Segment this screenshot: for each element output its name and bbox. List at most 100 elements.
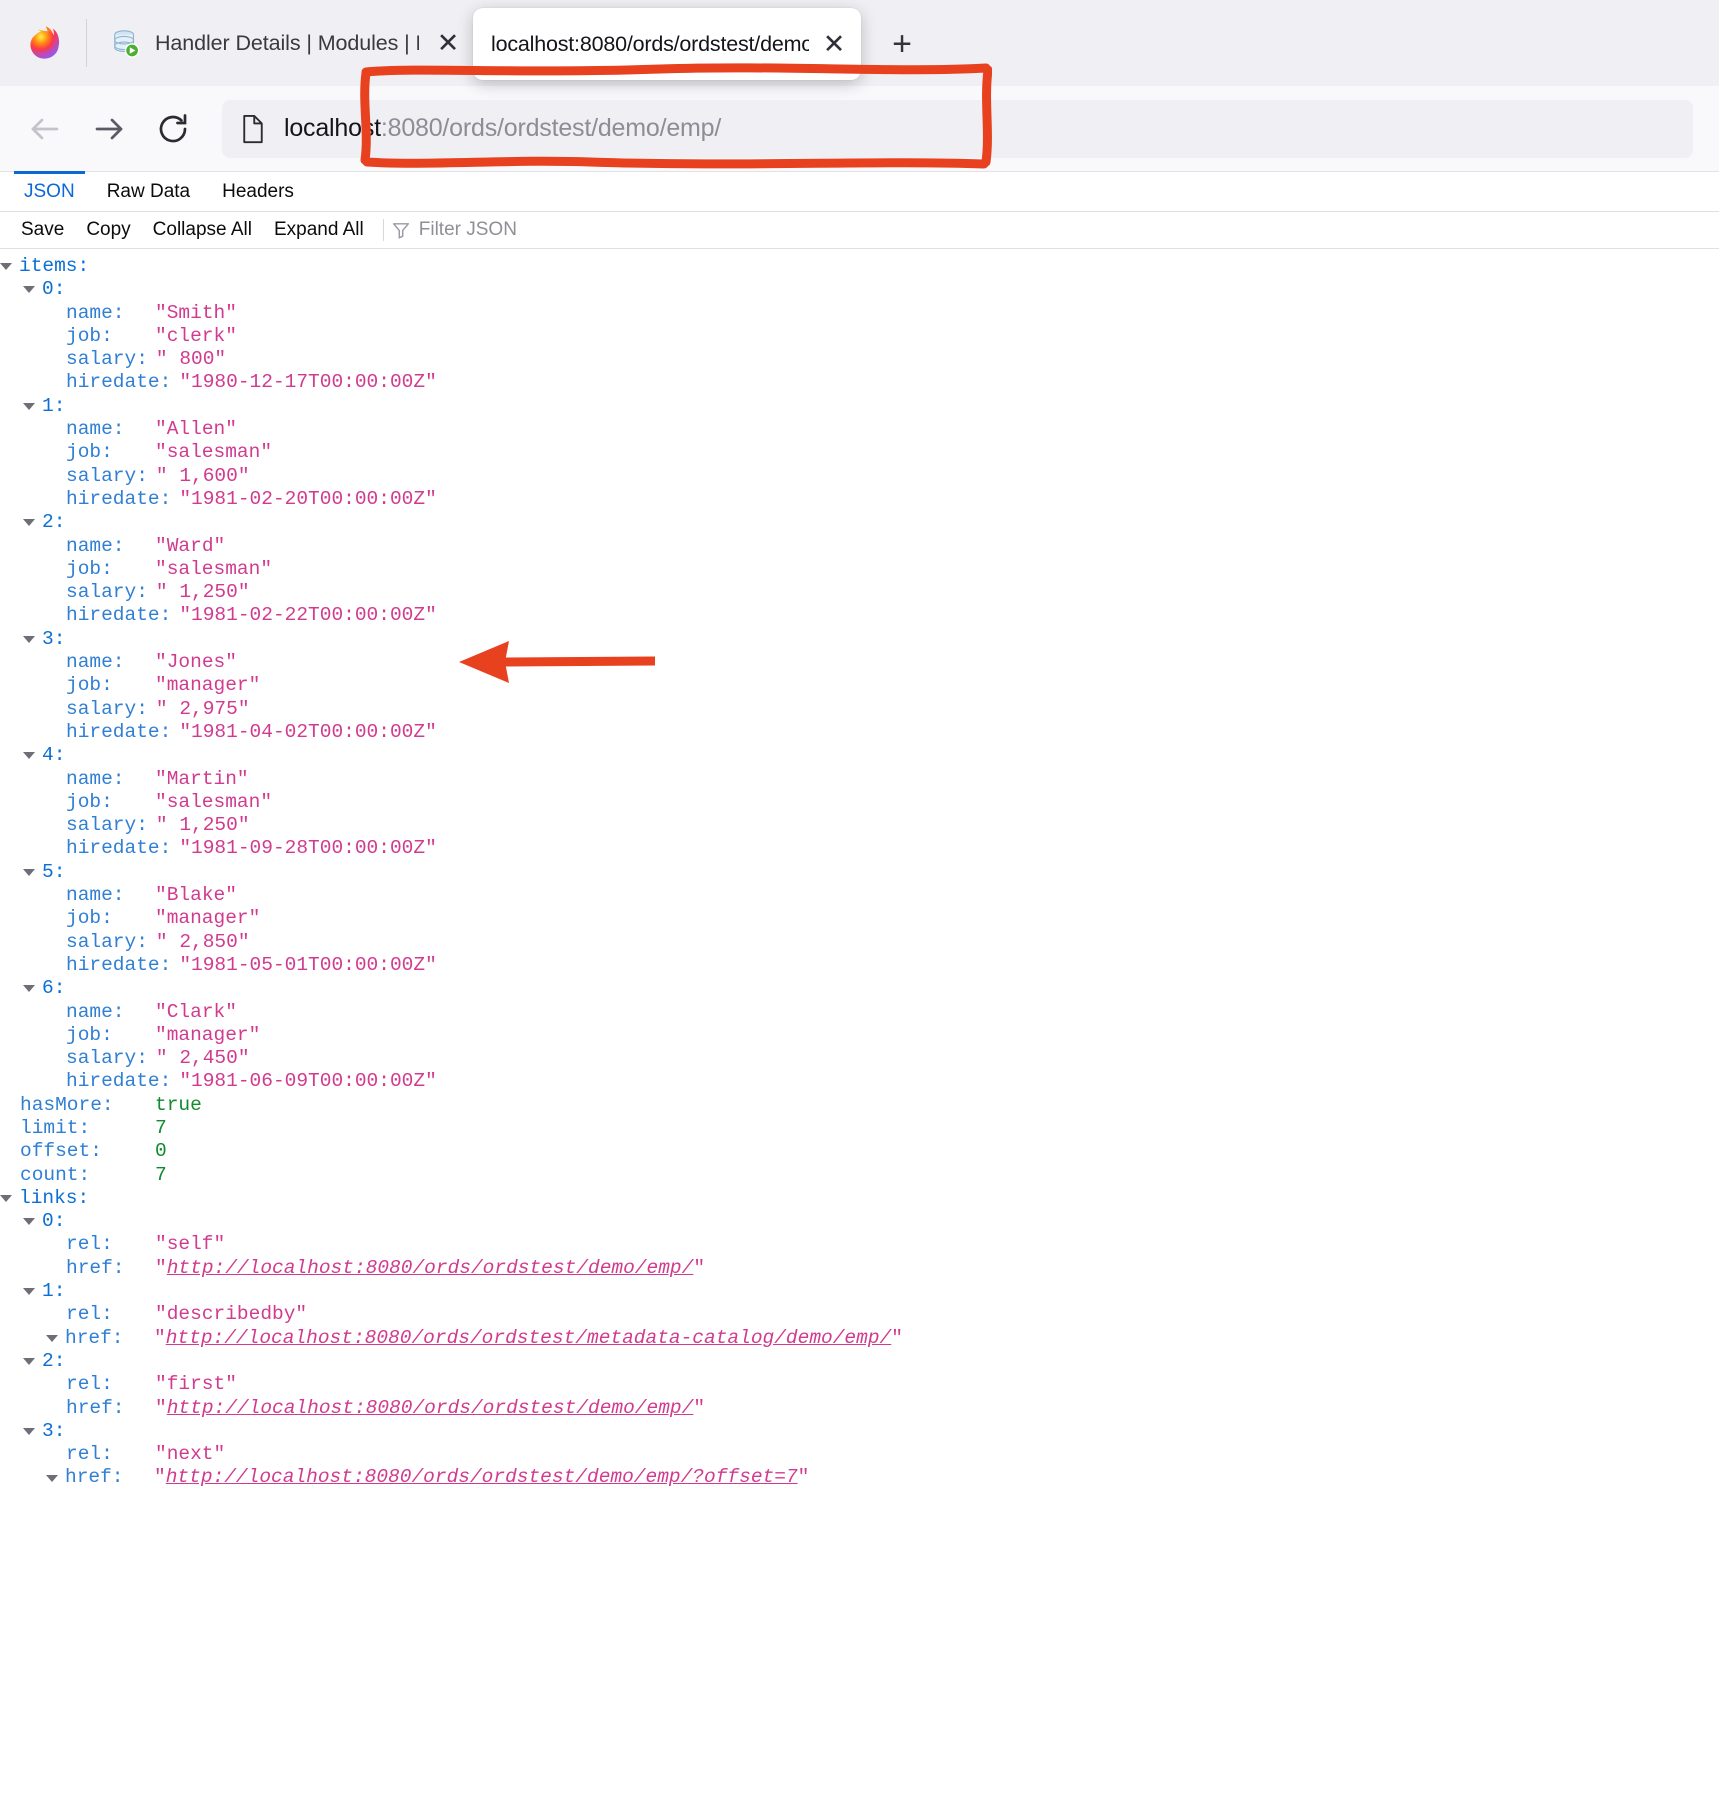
json-row-item-index[interactable]: 2:: [0, 511, 1719, 534]
json-row-salary: salary:" 2,850": [0, 931, 1719, 954]
tab-strip: Handler Details | Modules | REST ✕ + loc…: [0, 0, 1719, 86]
json-row-hiredate: hiredate:"1981-02-22T00:00:00Z": [0, 604, 1719, 627]
json-value-name: "Blake": [155, 884, 237, 907]
json-row-hiredate: hiredate: "1981-09-28T00:00:00Z": [0, 837, 1719, 860]
json-key-hasMore: hasMore:: [20, 1094, 114, 1117]
expand-triangle-icon[interactable]: [23, 985, 35, 992]
url-bar[interactable]: localhost:8080/ords/ordstest/demo/emp/: [222, 100, 1693, 158]
expand-triangle-icon[interactable]: [0, 263, 12, 270]
expand-triangle-icon[interactable]: [0, 1195, 12, 1202]
json-row-hiredate: hiredate:"1981-02-20T00:00:00Z": [0, 488, 1719, 511]
json-key-hiredate: hiredate:: [66, 837, 171, 860]
expand-triangle-icon[interactable]: [46, 1475, 58, 1482]
json-row-salary: salary:" 2,975": [0, 698, 1719, 721]
json-key-href: href:: [66, 1257, 125, 1280]
json-key-job: job:: [66, 674, 113, 697]
expand-all-button[interactable]: Expand All: [263, 219, 375, 241]
tab-title: Handler Details | Modules | REST: [155, 31, 419, 56]
browser-tab-1-floating[interactable]: localhost:8080/ords/ordstest/demo/e ✕: [473, 8, 861, 80]
json-row-name: name: "Blake": [0, 884, 1719, 907]
expand-triangle-icon[interactable]: [23, 752, 35, 759]
collapse-all-button[interactable]: Collapse All: [142, 219, 263, 241]
save-button[interactable]: Save: [10, 219, 75, 241]
expand-triangle-icon[interactable]: [23, 1358, 35, 1365]
json-row-href[interactable]: href:"http://localhost:8080/ords/ordstes…: [0, 1466, 1719, 1489]
json-row-hiredate: hiredate:"1981-04-02T00:00:00Z": [0, 721, 1719, 744]
expand-triangle-icon[interactable]: [23, 636, 35, 643]
json-row-hasMore: hasMore:true: [0, 1094, 1719, 1117]
json-row-salary: salary:" 1,600": [0, 465, 1719, 488]
json-row-job: job:"clerk": [0, 325, 1719, 348]
json-value-count: 7: [155, 1164, 167, 1187]
json-row-item-index[interactable]: 4:: [0, 744, 1719, 767]
expand-triangle-icon[interactable]: [46, 1335, 58, 1342]
json-key-rel: rel:: [66, 1443, 113, 1466]
json-row-rel: rel:"first": [0, 1373, 1719, 1396]
expand-triangle-icon[interactable]: [23, 403, 35, 410]
browser-window: Handler Details | Modules | REST ✕ + loc…: [0, 0, 1719, 1800]
json-value-salary: " 800": [156, 348, 226, 371]
json-row-href[interactable]: href:"http://localhost:8080/ords/ordstes…: [0, 1397, 1719, 1420]
json-value-salary: " 2,850": [156, 931, 250, 954]
json-value-hiredate: "1981-09-28T00:00:00Z": [179, 837, 436, 860]
json-value-href-link[interactable]: http://localhost:8080/ords/ordstest/demo…: [166, 1466, 798, 1489]
tab-raw-data[interactable]: Raw Data: [91, 172, 206, 211]
json-key-items: items:: [19, 255, 89, 278]
json-row-item-index[interactable]: 1:: [0, 395, 1719, 418]
json-key-name: name:: [66, 884, 125, 907]
json-value-rel: "self": [155, 1233, 225, 1256]
json-row-href[interactable]: href:"http://localhost:8080/ords/ordstes…: [0, 1327, 1719, 1350]
json-row-href[interactable]: href:"http://localhost:8080/ords/ordstes…: [0, 1257, 1719, 1280]
json-value-salary: " 2,975": [156, 698, 250, 721]
json-row-salary: salary:" 800": [0, 348, 1719, 371]
json-key-hiredate: hiredate:: [66, 371, 171, 394]
json-row-item-index[interactable]: 5:: [0, 861, 1719, 884]
json-key-salary: salary:: [66, 465, 148, 488]
json-key-link-index: 1:: [42, 1280, 65, 1303]
json-value-rel: "next": [155, 1443, 225, 1466]
json-value-job: "manager": [155, 674, 260, 697]
json-row-link-index[interactable]: 2:: [0, 1350, 1719, 1373]
tab-json[interactable]: JSON: [8, 172, 91, 211]
json-row-hiredate: hiredate:"1981-06-09T00:00:00Z": [0, 1070, 1719, 1093]
tab-close-button[interactable]: ✕: [433, 30, 463, 57]
expand-triangle-icon[interactable]: [23, 1428, 35, 1435]
json-row-job: job:"salesman": [0, 441, 1719, 464]
filter-json-input[interactable]: Filter JSON: [392, 219, 517, 241]
expand-triangle-icon[interactable]: [23, 1218, 35, 1225]
json-row-item-index[interactable]: 0:: [0, 278, 1719, 301]
reload-button[interactable]: [144, 100, 202, 158]
json-row-salary: salary:" 1,250": [0, 814, 1719, 837]
json-row-offset: offset:0: [0, 1140, 1719, 1163]
json-row-item-index[interactable]: 6:: [0, 977, 1719, 1000]
json-key-limit: limit:: [20, 1117, 90, 1140]
json-viewer-toolbar: Save Copy Collapse All Expand All Filter…: [0, 212, 1719, 249]
json-row-hiredate: hiredate:"1981-05-01T00:00:00Z": [0, 954, 1719, 977]
json-row-name: name:"Smith": [0, 302, 1719, 325]
expand-triangle-icon[interactable]: [23, 869, 35, 876]
browser-tab-0[interactable]: Handler Details | Modules | REST ✕: [87, 0, 477, 86]
json-value-href-link[interactable]: http://localhost:8080/ords/ordstest/demo…: [167, 1397, 694, 1420]
json-row-link-index[interactable]: 0:: [0, 1210, 1719, 1233]
json-row-name: name:"Ward": [0, 535, 1719, 558]
json-key-salary: salary:: [66, 1047, 148, 1070]
expand-triangle-icon[interactable]: [23, 1288, 35, 1295]
tab-headers[interactable]: Headers: [206, 172, 310, 211]
json-key-name: name:: [66, 768, 125, 791]
json-value-hiredate: "1980-12-17T00:00:00Z": [179, 371, 436, 394]
json-row-link-index[interactable]: 3:: [0, 1420, 1719, 1443]
expand-triangle-icon[interactable]: [23, 286, 35, 293]
json-row-link-index[interactable]: 1:: [0, 1280, 1719, 1303]
json-row-items[interactable]: items:: [0, 255, 1719, 278]
json-value-href-link[interactable]: http://localhost:8080/ords/ordstest/meta…: [166, 1327, 892, 1350]
copy-button[interactable]: Copy: [75, 219, 141, 241]
json-value-job: "salesman": [155, 558, 272, 581]
forward-button[interactable]: [80, 100, 138, 158]
json-value-href-link[interactable]: http://localhost:8080/ords/ordstest/demo…: [167, 1257, 694, 1280]
back-button[interactable]: [16, 100, 74, 158]
new-tab-button[interactable]: +: [878, 20, 926, 68]
tab-close-button-floating[interactable]: ✕: [819, 31, 849, 58]
json-row-item-index[interactable]: 3:: [0, 628, 1719, 651]
json-row-links[interactable]: links:: [0, 1187, 1719, 1210]
expand-triangle-icon[interactable]: [23, 519, 35, 526]
